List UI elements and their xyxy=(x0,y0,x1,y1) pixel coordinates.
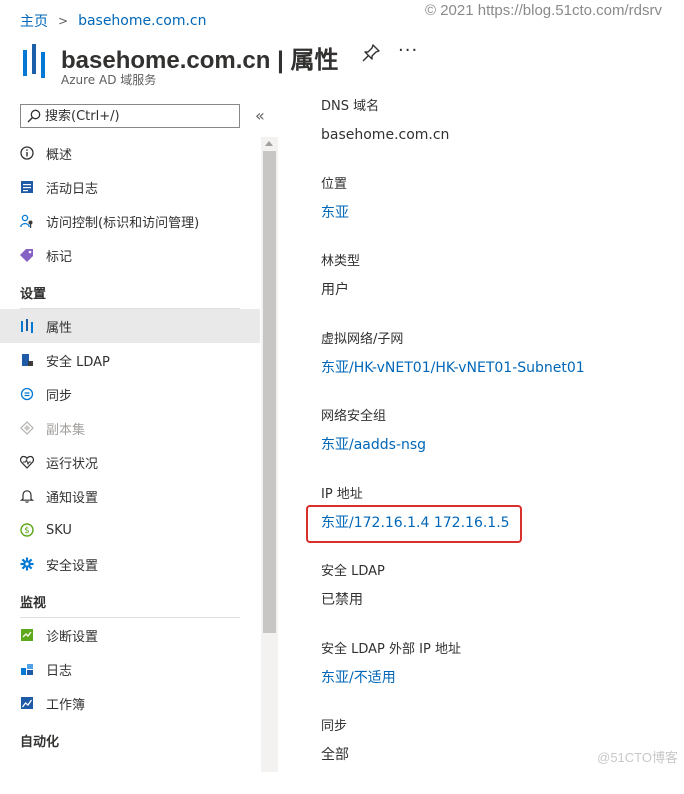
bell-icon xyxy=(20,489,34,503)
svg-text:$: $ xyxy=(24,526,29,536)
property-value: 已禁用 xyxy=(321,592,363,608)
property-label: 安全 LDAP 外部 IP 地址 xyxy=(321,641,461,657)
sidebar-item-overview[interactable]: 概述 xyxy=(0,136,260,170)
property-label: 安全 LDAP xyxy=(321,564,385,579)
secure-ldap-icon xyxy=(20,353,34,367)
sync-icon xyxy=(20,387,34,401)
properties-icon xyxy=(20,319,34,333)
sidebar-item-label: 运行状况 xyxy=(46,456,99,472)
sidebar-item-label: SKU xyxy=(46,522,72,538)
property-value: 用户 xyxy=(321,282,349,298)
property-block: 位置 东亚 xyxy=(321,174,661,252)
sidebar-item-label: 工作簿 xyxy=(46,697,86,713)
sidebar-item-access-control[interactable]: 访问控制(标识和访问管理) xyxy=(0,204,260,238)
sidebar-item-label: 概述 xyxy=(46,147,73,163)
sidebar-item-label: 副本集 xyxy=(46,422,86,438)
diagnostics-icon xyxy=(20,628,34,642)
replica-set-icon xyxy=(20,421,34,435)
sidebar-item-workbooks[interactable]: 工作簿 xyxy=(0,686,260,720)
sidebar-item-activity-log[interactable]: 活动日志 xyxy=(0,170,260,204)
sidebar-item-security-settings[interactable]: 安全设置 xyxy=(0,547,260,581)
search-box[interactable] xyxy=(20,104,240,128)
page-header: basehome.com.cn | 属性 Azure AD 域服务 ··· xyxy=(20,38,680,90)
sidebar-item-label: 通知设置 xyxy=(46,490,99,506)
property-block: 林类型 用户 xyxy=(321,251,661,329)
sidebar-item-label: 安全 LDAP xyxy=(46,354,110,370)
search-icon xyxy=(27,109,41,123)
corner-watermark: @51CTO博客 xyxy=(597,750,678,765)
property-value-link[interactable]: 东亚/aadds-nsg xyxy=(321,434,661,456)
sidebar-item-label: 活动日志 xyxy=(46,181,99,197)
scrollbar-thumb[interactable] xyxy=(263,151,276,633)
sidebar-item-logs[interactable]: 日志 xyxy=(0,652,260,686)
property-block: 安全 LDAP 外部 IP 地址东亚/不适用 xyxy=(321,639,661,717)
more-options-button[interactable]: ··· xyxy=(398,40,418,61)
people-icon xyxy=(20,214,34,228)
tag-icon xyxy=(20,248,34,262)
sidebar-item-label: 属性 xyxy=(46,320,73,336)
properties-panel: DNS 域名 basehome.com.cn 位置东亚林类型用户虚拟网络/子网东亚/… xyxy=(321,96,661,794)
info-icon xyxy=(20,146,34,160)
sidebar-item-diagnostic-settings[interactable]: 诊断设置 xyxy=(0,618,260,652)
logs-icon xyxy=(20,662,34,676)
sidebar-item-label: 诊断设置 xyxy=(46,629,99,645)
property-label: 同步 xyxy=(321,719,348,734)
property-value-link[interactable]: 东亚 xyxy=(321,202,661,224)
workbook-icon xyxy=(20,696,34,710)
property-label: 虚拟网络/子网 xyxy=(321,331,404,347)
sidebar-item-properties[interactable]: 属性 xyxy=(0,309,260,343)
breadcrumb-separator: > xyxy=(58,14,69,28)
search-input[interactable] xyxy=(41,108,235,124)
collapse-menu-button[interactable]: « xyxy=(255,106,265,125)
property-value-link[interactable]: 东亚/HK-vNET01/HK-vNET01-Subnet01 xyxy=(321,357,661,379)
sidebar-item-sku[interactable]: $ SKU xyxy=(0,513,260,547)
page-title: basehome.com.cn | 属性 xyxy=(61,47,339,74)
gear-icon xyxy=(20,557,34,571)
scroll-up-arrow-icon[interactable] xyxy=(265,141,273,146)
sidebar-scrollbar[interactable] xyxy=(261,137,278,772)
domain-services-icon xyxy=(23,44,45,78)
breadcrumb-current-link[interactable]: basehome.com.cn xyxy=(78,13,206,29)
sidebar-item-tags[interactable]: 标记 xyxy=(0,238,260,272)
section-header-monitoring: 监视 xyxy=(20,596,47,611)
property-label: IP 地址 xyxy=(321,486,363,502)
pin-icon[interactable] xyxy=(362,44,380,62)
health-icon xyxy=(20,455,34,469)
sku-icon: $ xyxy=(20,523,34,537)
sidebar-item-secure-ldap[interactable]: 安全 LDAP xyxy=(0,343,260,377)
activity-log-icon xyxy=(20,180,34,194)
property-block: 网络安全组东亚/aadds-nsg xyxy=(321,406,661,484)
property-label: 位置 xyxy=(321,176,348,192)
sidebar-item-label: 同步 xyxy=(46,388,73,404)
highlight-box xyxy=(306,505,522,543)
property-value: basehome.com.cn xyxy=(321,127,450,143)
section-header-automation: 自动化 xyxy=(20,735,60,750)
sidebar-item-health[interactable]: 运行状况 xyxy=(0,445,260,479)
property-block: 安全 LDAP 已禁用 xyxy=(321,561,661,639)
breadcrumb: 主页 > basehome.com.cn xyxy=(20,11,207,31)
property-block: 虚拟网络/子网东亚/HK-vNET01/HK-vNET01-Subnet01 xyxy=(321,329,661,407)
sidebar-item-label: 日志 xyxy=(46,663,73,679)
property-label: 网络安全组 xyxy=(321,409,387,424)
sidebar-item-label: 安全设置 xyxy=(46,558,99,574)
sidebar-item-sync[interactable]: 同步 xyxy=(0,377,260,411)
property-block: DNS 域名 basehome.com.cn xyxy=(321,96,661,174)
property-label: DNS 域名 xyxy=(321,99,380,114)
sidebar-item-notification-settings[interactable]: 通知设置 xyxy=(0,479,260,513)
page-subtitle: Azure AD 域服务 xyxy=(61,73,157,87)
breadcrumb-home-link[interactable]: 主页 xyxy=(20,11,48,31)
sidebar-item-label: 访问控制(标识和访问管理) xyxy=(46,215,200,231)
sidebar-item-label: 标记 xyxy=(46,249,73,265)
property-value-link[interactable]: 东亚/不适用 xyxy=(321,667,661,689)
sidebar-nav: 概述 活动日志 访问控制(标识和访问管理) 标记 设置 属性 安全 LDAP 同… xyxy=(0,136,260,756)
watermark: © 2021 https://blog.51cto.com/rdsrv xyxy=(424,2,662,19)
section-header-settings: 设置 xyxy=(20,287,47,302)
property-label: 林类型 xyxy=(321,254,361,269)
sidebar-item-replica-sets: 副本集 xyxy=(0,411,260,445)
